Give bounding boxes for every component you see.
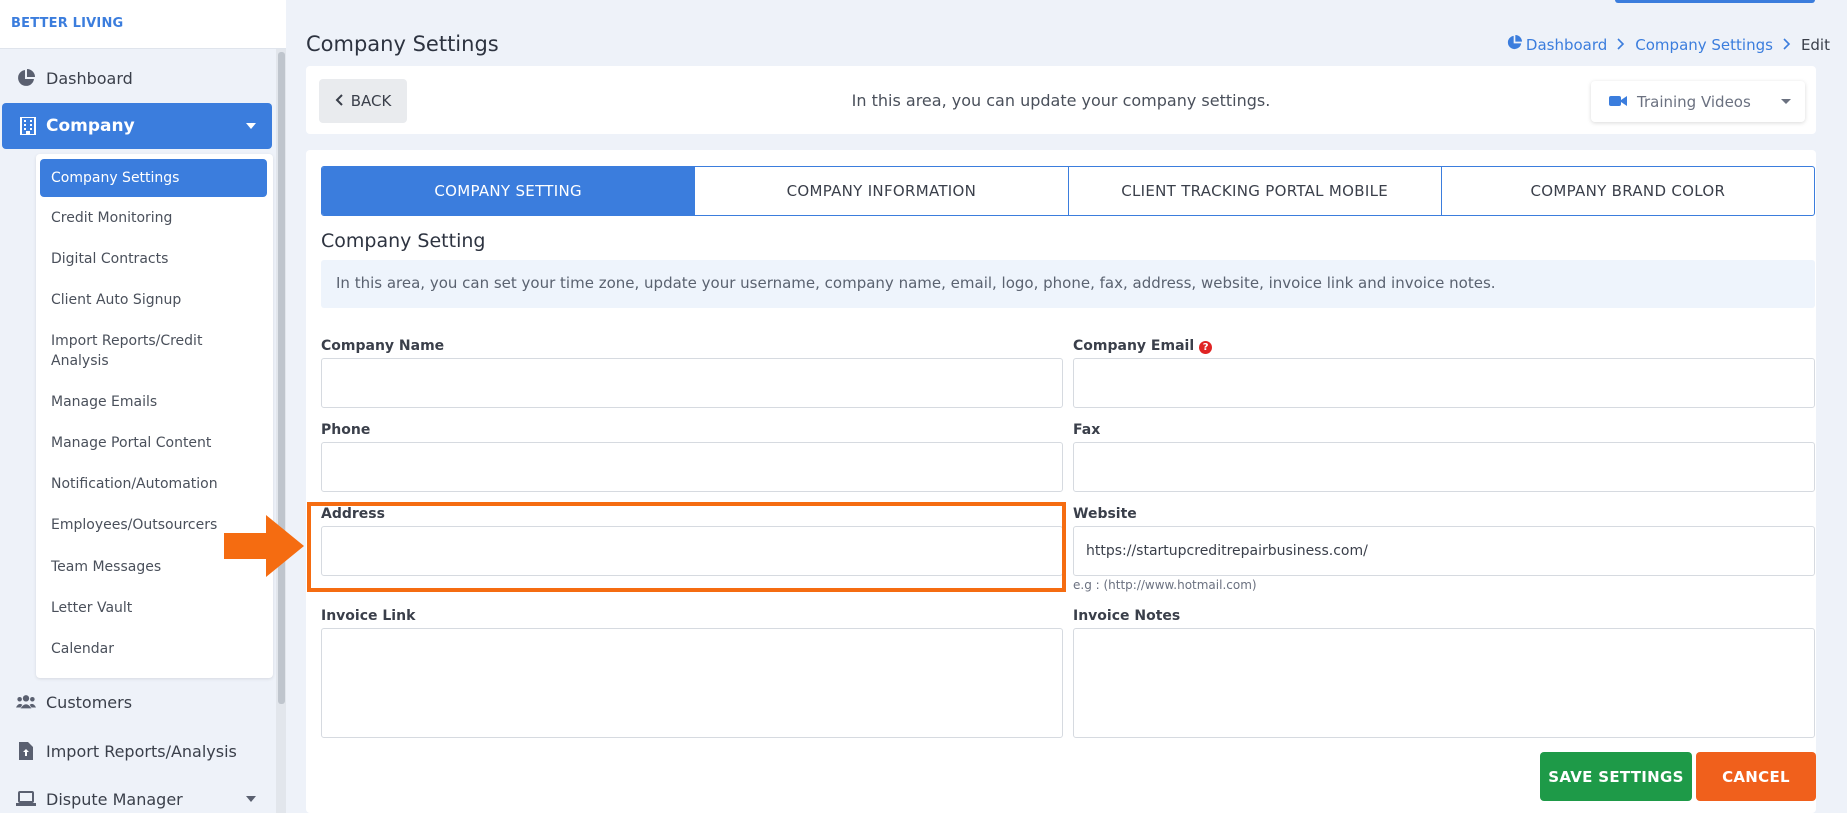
question-circle-icon[interactable]: ? [1199, 341, 1213, 354]
brand-header: BETTER LIVING [0, 0, 286, 49]
submenu-item-company-settings[interactable]: Company Settings [40, 159, 267, 197]
sidebar-item-label: Company [46, 116, 135, 136]
company-submenu: Company Settings Credit Monitoring Digit… [36, 154, 273, 678]
sidebar-scrollbar-thumb[interactable] [278, 52, 285, 704]
phone-input[interactable] [321, 442, 1063, 492]
address-highlight-box [307, 502, 1066, 592]
chevron-right-icon [1617, 36, 1625, 54]
sidebar-item-import-reports[interactable]: Import Reports/Analysis [0, 728, 272, 774]
pie-chart-icon [1507, 35, 1522, 54]
top-accent-bar [1615, 0, 1815, 3]
chevron-down-icon [246, 123, 256, 129]
sidebar-item-dispute-manager[interactable]: Dispute Manager [0, 776, 272, 813]
chevron-left-icon [335, 92, 343, 110]
chevron-down-icon [1781, 99, 1791, 104]
company-name-input[interactable] [321, 358, 1063, 408]
training-videos-label: Training Videos [1637, 92, 1751, 111]
phone-label: Phone [321, 422, 371, 438]
sidebar-item-company[interactable]: Company [2, 103, 272, 149]
submenu-item-credit-monitoring[interactable]: Credit Monitoring [40, 208, 267, 228]
chevron-down-icon [246, 796, 256, 802]
submenu-item-calendar[interactable]: Calendar [40, 639, 267, 659]
sidebar-item-dashboard[interactable]: Dashboard [0, 55, 272, 101]
pie-chart-icon [16, 68, 36, 88]
chevron-right-icon [1783, 36, 1791, 54]
submenu-item-letter-vault[interactable]: Letter Vault [40, 598, 267, 618]
company-email-input[interactable] [1073, 358, 1815, 408]
back-button-label: BACK [350, 92, 392, 110]
save-settings-button[interactable]: SAVE SETTINGS [1540, 752, 1692, 801]
training-videos-dropdown[interactable]: Training Videos [1591, 81, 1805, 122]
video-camera-icon [1609, 93, 1627, 111]
back-button[interactable]: BACK [319, 79, 407, 123]
sidebar-item-customers[interactable]: Customers [0, 679, 272, 725]
info-toolbar: In this area, you can update your compan… [306, 66, 1816, 134]
submenu-item-notification-automation[interactable]: Notification/Automation [40, 474, 267, 494]
sidebar-item-label: Dispute Manager [46, 789, 183, 809]
fax-input[interactable] [1073, 442, 1815, 492]
breadcrumb: Dashboard Company Settings Edit [1507, 35, 1830, 54]
tab-company-brand-color[interactable]: COMPANY BRAND COLOR [1442, 167, 1814, 215]
breadcrumb-dashboard-link[interactable]: Dashboard [1526, 36, 1607, 54]
company-email-label-text: Company Email [1073, 338, 1195, 354]
submenu-item-manage-emails[interactable]: Manage Emails [40, 392, 267, 412]
submenu-item-digital-contracts[interactable]: Digital Contracts [40, 249, 267, 269]
website-input[interactable]: https://startupcreditrepairbusiness.com/ [1073, 526, 1815, 576]
brand-logo-text: BETTER LIVING [11, 16, 124, 31]
tab-company-setting[interactable]: COMPANY SETTING [322, 167, 696, 215]
breadcrumb-company-settings-link[interactable]: Company Settings [1635, 36, 1773, 54]
invoice-link-textarea[interactable] [321, 628, 1063, 738]
invoice-link-label: Invoice Link [321, 608, 416, 624]
submenu-item-import-reports[interactable]: Import Reports/Credit Analysis [40, 331, 230, 371]
tab-company-information[interactable]: COMPANY INFORMATION [695, 167, 1069, 215]
company-email-label: Company Email? [1073, 338, 1213, 354]
section-info-banner: In this area, you can set your time zone… [321, 260, 1815, 308]
fax-label: Fax [1073, 422, 1101, 438]
laptop-icon [16, 789, 36, 809]
sidebar-item-label: Import Reports/Analysis [46, 741, 237, 761]
submenu-item-client-auto-signup[interactable]: Client Auto Signup [40, 290, 267, 310]
company-name-label: Company Name [321, 338, 445, 354]
website-hint: e.g : (http://www.hotmail.com) [1073, 578, 1257, 592]
invoice-notes-label: Invoice Notes [1073, 608, 1181, 624]
building-icon [18, 116, 38, 136]
orange-arrow-right-icon [224, 515, 304, 581]
invoice-notes-textarea[interactable] [1073, 628, 1815, 738]
submenu-item-manage-portal-content[interactable]: Manage Portal Content [40, 433, 267, 453]
section-title: Company Setting [321, 230, 486, 252]
website-label: Website [1073, 506, 1137, 522]
cancel-button[interactable]: CANCEL [1696, 752, 1816, 801]
file-upload-icon [16, 741, 36, 761]
sidebar: BETTER LIVING Dashboard Company Company … [0, 0, 286, 813]
page-title: Company Settings [306, 32, 499, 56]
sidebar-item-label: Dashboard [46, 68, 133, 88]
breadcrumb-current: Edit [1800, 35, 1830, 54]
tab-client-tracking-portal-mobile[interactable]: CLIENT TRACKING PORTAL MOBILE [1069, 167, 1442, 215]
sidebar-item-label: Customers [46, 692, 133, 712]
users-icon [16, 692, 36, 712]
toolbar-description: In this area, you can update your compan… [851, 91, 1271, 110]
settings-tabs: COMPANY SETTING COMPANY INFORMATION CLIE… [321, 166, 1815, 216]
